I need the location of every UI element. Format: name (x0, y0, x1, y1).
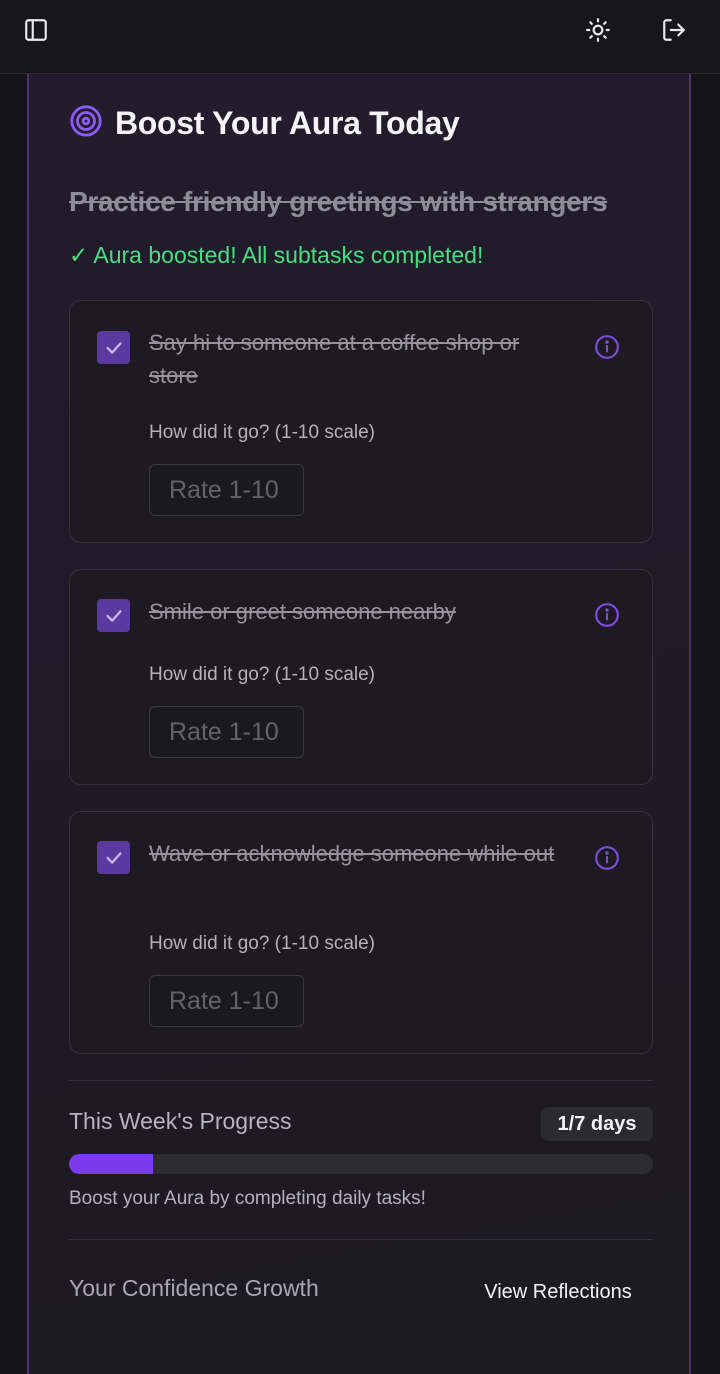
rating-input[interactable] (149, 975, 304, 1027)
days-badge: 1/7 days (541, 1107, 653, 1141)
subtask-text: Say hi to someone at a coffee shop or st… (149, 330, 520, 388)
completion-status: ✓ Aura boosted! All subtasks completed! (69, 242, 484, 268)
subtask-checkbox[interactable] (97, 331, 130, 364)
growth-label: Your Confidence Growth (69, 1275, 319, 1301)
logout-icon[interactable] (658, 14, 690, 46)
progress-bar (69, 1154, 653, 1174)
info-icon[interactable] (594, 845, 620, 871)
progress-bar-fill (69, 1154, 153, 1174)
target-icon (69, 104, 103, 143)
subtask-text: Smile or greet someone nearby (149, 599, 456, 624)
progress-hint: Boost your Aura by completing daily task… (69, 1188, 426, 1209)
info-icon[interactable] (594, 602, 620, 628)
subtask-card: Smile or greet someone nearby How did it… (69, 569, 653, 785)
aura-card: Boost Your Aura Today Practice friendly … (27, 74, 691, 1374)
rating-question: How did it go? (1-10 scale) (149, 664, 375, 685)
rating-question: How did it go? (1-10 scale) (149, 422, 375, 443)
divider (69, 1239, 653, 1240)
view-reflections-button[interactable]: View Reflections (463, 1272, 653, 1312)
subtask-checkbox[interactable] (97, 599, 130, 632)
progress-label: This Week's Progress (69, 1108, 292, 1134)
task-title: Practice friendly greetings with strange… (69, 186, 608, 217)
rating-question: How did it go? (1-10 scale) (149, 933, 375, 954)
top-bar (0, 0, 720, 74)
rating-input[interactable] (149, 464, 304, 516)
card-title: Boost Your Aura Today (115, 105, 460, 141)
card-header: Boost Your Aura Today (69, 104, 460, 143)
subtask-text: Wave or acknowledge someone while out (149, 841, 555, 866)
subtask-card: Wave or acknowledge someone while out Ho… (69, 811, 653, 1054)
subtask-checkbox[interactable] (97, 841, 130, 874)
info-icon[interactable] (594, 334, 620, 360)
sidebar-toggle-icon[interactable] (20, 14, 52, 46)
sun-icon[interactable] (582, 14, 614, 46)
subtask-card: Say hi to someone at a coffee shop or st… (69, 300, 653, 543)
divider (69, 1080, 653, 1081)
rating-input[interactable] (149, 706, 304, 758)
